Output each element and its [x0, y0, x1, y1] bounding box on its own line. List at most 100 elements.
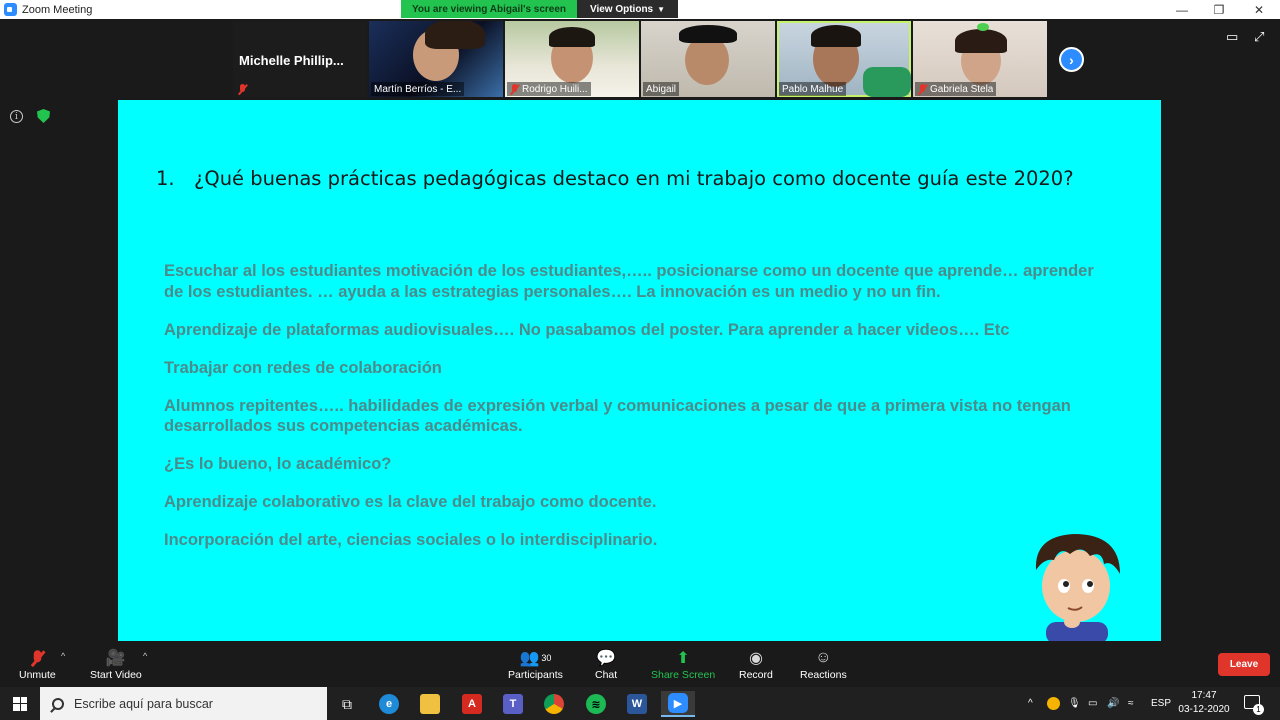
norton-tray-icon[interactable]: [1047, 687, 1060, 720]
antivirus-icon: [1047, 697, 1060, 710]
answer-item: Aprendizaje de plataformas audiovisuales…: [164, 320, 1010, 339]
viewing-banner: You are viewing Abigail's screen: [401, 0, 577, 18]
file-explorer-app[interactable]: [413, 691, 447, 717]
word-app[interactable]: W: [620, 691, 654, 717]
spotify-app[interactable]: ≋: [579, 691, 613, 717]
meeting-toolbar: Unmute ^ 🎥 Start Video ^ 👥 30 Participant…: [0, 641, 1280, 687]
participant-video: [955, 29, 1007, 53]
reactions-button[interactable]: ☺ Reactions: [800, 647, 847, 681]
question-number: 1.: [156, 167, 175, 190]
battery-tray-icon[interactable]: ▭: [1088, 687, 1097, 720]
participant-video: [863, 67, 911, 97]
taskbar-search-input[interactable]: [74, 696, 314, 711]
answer-item: Alumnos repitentes….. habilidades de exp…: [164, 396, 1071, 436]
chrome-app[interactable]: [537, 691, 571, 717]
search-icon: [52, 697, 64, 710]
folder-icon: [420, 694, 440, 714]
tray-overflow-button[interactable]: ^: [1028, 687, 1033, 720]
taskbar-search[interactable]: [40, 687, 327, 720]
unmute-label: Unmute: [19, 669, 56, 681]
zoom-app[interactable]: ▶: [661, 691, 695, 717]
participant-name: Pablo Malhue: [782, 83, 844, 95]
participant-name: Gabriela Stela: [930, 83, 994, 95]
windows-logo-icon: [13, 696, 27, 711]
participant-name: Martín Berríos - E...: [374, 83, 462, 95]
participant-tile[interactable]: Abigail: [641, 21, 775, 97]
audio-options-caret[interactable]: ^: [61, 651, 65, 661]
pdf-icon: A: [462, 694, 482, 714]
wifi-tray-icon[interactable]: ≈: [1128, 687, 1134, 720]
participant-tile[interactable]: Michelle Phillip...: [233, 21, 367, 97]
teams-app[interactable]: T: [496, 691, 530, 717]
zoom-icon: [4, 3, 17, 16]
gallery-view-icon[interactable]: ▭: [1226, 29, 1238, 45]
task-view-icon: ⧉: [342, 695, 352, 712]
participant-label: Martín Berríos - E...: [371, 82, 465, 96]
record-button[interactable]: ◉ Record: [739, 647, 773, 681]
participant-label: [235, 82, 250, 96]
volume-icon: 🔊: [1107, 698, 1120, 709]
maximize-button[interactable]: ❐: [1199, 0, 1239, 19]
volume-tray-icon[interactable]: 🔊: [1107, 687, 1119, 720]
participant-tile[interactable]: Martín Berríos - E...: [369, 21, 503, 97]
answer-item: Trabajar con redes de colaboración: [164, 358, 442, 377]
next-page-button[interactable]: ›: [1059, 47, 1084, 72]
participant-name: Rodrigo Huili...: [522, 83, 588, 95]
task-view-button[interactable]: ⧉: [330, 691, 364, 717]
start-button[interactable]: [0, 687, 40, 720]
record-icon: ◉: [748, 650, 763, 667]
microphone-tray-icon[interactable]: 🎙: [1068, 687, 1081, 720]
participant-name: Abigail: [646, 83, 677, 95]
acrobat-app[interactable]: A: [455, 691, 489, 717]
clock-time: 17:47: [1191, 690, 1217, 701]
participant-name: Michelle Phillip...: [239, 53, 344, 68]
taskbar-clock[interactable]: 17:47 03-12-2020: [1172, 689, 1236, 717]
language-indicator[interactable]: ESP: [1151, 687, 1171, 720]
view-options-label: View Options: [589, 3, 654, 15]
reactions-icon: ☺: [815, 649, 832, 666]
reactions-label: Reactions: [800, 669, 847, 681]
participant-video: [425, 21, 485, 49]
participant-label: Pablo Malhue: [779, 82, 847, 96]
unmute-button[interactable]: Unmute: [19, 647, 56, 681]
view-options-button[interactable]: View Options ▼: [577, 0, 678, 18]
participant-tile[interactable]: Gabriela Stela: [913, 21, 1047, 97]
word-icon: W: [627, 694, 647, 714]
chrome-icon: [544, 694, 564, 714]
share-screen-button[interactable]: ⬆ Share Screen: [651, 647, 715, 681]
close-button[interactable]: ✕: [1239, 0, 1279, 19]
chat-icon: 💬: [596, 650, 617, 667]
chevron-down-icon: ▼: [657, 4, 666, 14]
info-icon[interactable]: i: [10, 110, 23, 123]
participants-icon: 👥 30: [519, 650, 552, 667]
participant-tile[interactable]: Pablo Malhue: [777, 21, 911, 97]
answer-item: Incorporación del arte, ciencias sociale…: [164, 531, 658, 549]
minimize-button[interactable]: —: [1162, 0, 1202, 19]
mic-muted-icon: [33, 647, 42, 669]
participants-button[interactable]: 👥 30 Participants: [508, 647, 563, 681]
share-screen-label: Share Screen: [651, 669, 716, 681]
question-text: ¿Qué buenas prácticas pedagógicas destac…: [194, 167, 1074, 190]
chat-label: Chat: [595, 669, 618, 681]
slide-question: 1. ¿Qué buenas prácticas pedagógicas dest…: [156, 167, 1074, 190]
answer-list: Escuchar al los estudiantes motivación d…: [164, 261, 1094, 568]
meeting-area: Michelle Phillip... Martín Berríos - E..…: [0, 19, 1280, 642]
participant-tile[interactable]: Rodrigo Huili...: [505, 21, 639, 97]
participants-count: 30: [541, 653, 552, 663]
edge-app[interactable]: e: [372, 691, 406, 717]
microphone-icon: 🎙: [1068, 698, 1081, 709]
start-video-label: Start Video: [90, 669, 142, 681]
leave-button[interactable]: Leave: [1218, 653, 1270, 676]
participant-strip: Michelle Phillip... Martín Berríos - E..…: [233, 21, 1047, 97]
start-video-button[interactable]: 🎥 Start Video: [90, 647, 142, 681]
security-shield-icon[interactable]: [37, 109, 50, 123]
chat-button[interactable]: 💬 Chat: [595, 647, 617, 681]
chevron-up-icon: ^: [1028, 698, 1033, 709]
chevron-right-icon: ›: [1069, 51, 1074, 68]
spotify-icon: ≋: [586, 694, 606, 714]
fullscreen-icon[interactable]: ⤢: [1254, 29, 1264, 45]
participant-video: [811, 25, 861, 47]
battery-icon: ▭: [1088, 698, 1098, 709]
answer-item: ¿Es lo bueno, lo académico?: [164, 455, 392, 473]
video-options-caret[interactable]: ^: [143, 651, 147, 661]
